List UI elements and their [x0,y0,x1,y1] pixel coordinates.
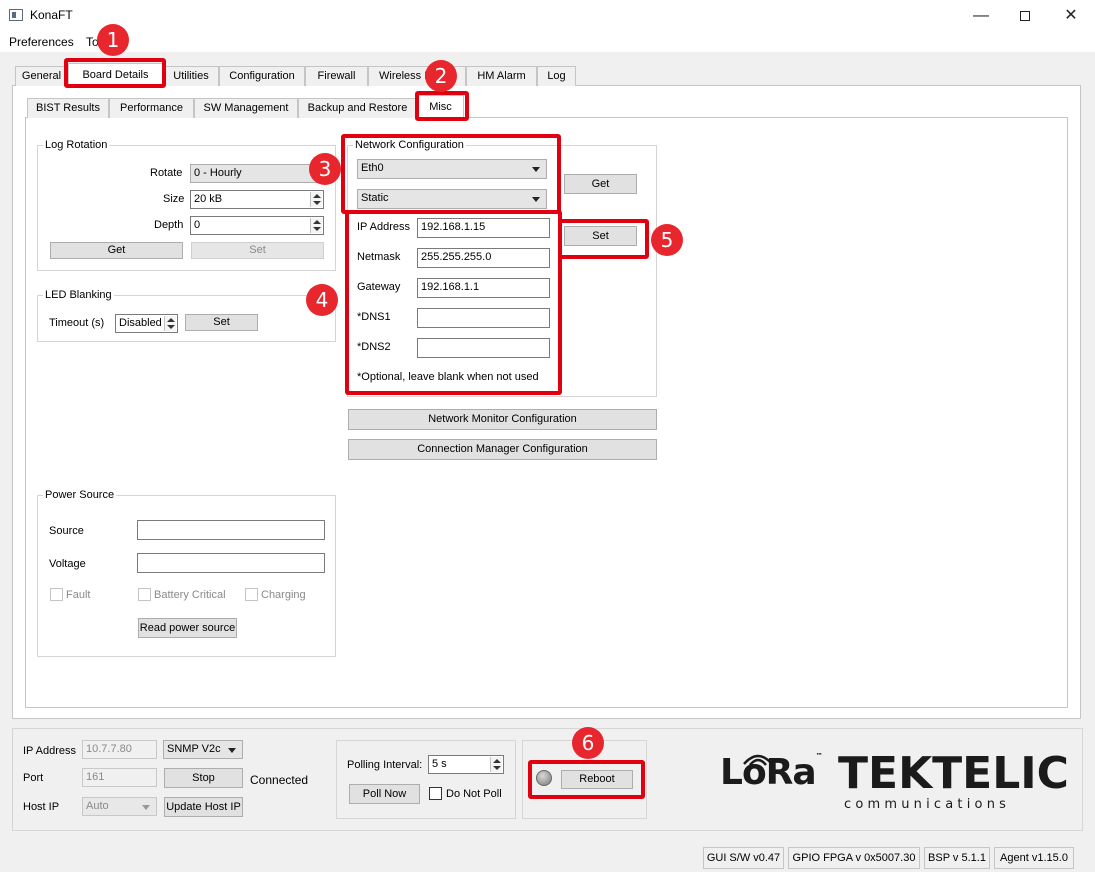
battery-critical-checkbox[interactable] [138,588,151,601]
subtab-backup-restore[interactable]: Backup and Restore [298,98,417,118]
log-rotation-set-button[interactable]: Set [191,242,324,259]
minimize-icon[interactable]: — [958,0,1004,32]
highlight-box-1 [64,58,166,88]
size-label: Size [163,193,185,205]
polling-interval-spinbox[interactable]: 5 s [428,755,504,774]
update-host-ip-button[interactable]: Update Host IP [164,797,243,817]
conn-ip-field[interactable]: 10.7.7.80 [82,740,157,759]
status-gui-version: GUI S/W v0.47 [703,847,784,869]
read-power-source-button[interactable]: Read power source [138,618,237,638]
chevron-down-icon [228,748,236,753]
polling-interval-label: Polling Interval: [347,759,423,771]
poll-now-button[interactable]: Poll Now [349,784,420,804]
status-bsp-version: BSP v 5.1.1 [924,847,990,869]
menu-bar [0,32,1095,52]
status-agent-version: Agent v1.15.0 [994,847,1074,869]
rotate-select[interactable]: 0 - Hourly [190,164,324,183]
network-get-button[interactable]: Get [564,174,637,194]
connection-status: Connected [250,773,309,787]
battery-critical-label: Battery Critical [154,589,226,601]
highlight-box-6 [528,760,645,799]
charging-label: Charging [261,589,306,601]
log-rotation-get-button[interactable]: Get [50,242,183,259]
maximize-icon[interactable] [1002,0,1048,32]
timeout-spinbox[interactable]: Disabled [115,314,178,333]
subtab-bist-results[interactable]: BIST Results [27,98,109,118]
badge-3: 3 [309,153,341,185]
stop-button[interactable]: Stop [164,768,243,788]
highlight-box-3 [341,134,561,214]
connection-manager-config-button[interactable]: Connection Manager Configuration [348,439,657,460]
conn-port-label: Port [23,772,44,784]
badge-6: 6 [572,727,604,759]
app-icon [9,9,23,21]
spin-arrows-icon[interactable] [164,316,176,331]
window-title: KonaFT [30,8,73,22]
host-ip-select[interactable]: Auto [82,797,157,816]
source-label: Source [49,525,84,537]
spin-arrows-icon[interactable] [490,757,502,772]
log-rotation-title: Log Rotation [43,139,110,151]
subtab-sw-management[interactable]: SW Management [194,98,298,118]
tab-utilities[interactable]: Utilities [163,66,219,86]
tab-firewall[interactable]: Firewall [305,66,368,86]
tektelic-logo: TEKTELIC [838,748,1069,799]
rotate-label: Rotate [150,167,183,179]
charging-checkbox[interactable] [245,588,258,601]
voltage-label: Voltage [49,558,86,570]
highlight-box-4 [345,210,562,395]
snmp-version-select[interactable]: SNMP V2c [163,740,243,759]
led-blanking-title: LED Blanking [43,289,114,301]
source-field[interactable] [137,520,325,540]
highlight-box-5 [558,219,649,259]
depth-label: Depth [154,219,184,231]
conn-ip-label: IP Address [23,745,76,757]
highlight-box-2 [415,91,469,121]
size-spinbox[interactable]: 20 kB [190,190,324,209]
fault-label: Fault [66,589,91,601]
spin-arrows-icon[interactable] [310,218,322,233]
spin-arrows-icon[interactable] [310,192,322,207]
do-not-poll-checkbox[interactable] [429,787,442,800]
conn-port-field[interactable]: 161 [82,768,157,787]
power-source-title: Power Source [43,489,117,501]
chevron-down-icon [142,805,150,810]
do-not-poll-label: Do Not Poll [446,788,502,800]
fault-checkbox[interactable] [50,588,63,601]
network-monitor-config-button[interactable]: Network Monitor Configuration [348,409,657,430]
badge-1: 1 [97,24,129,56]
voltage-field[interactable] [137,553,325,573]
polling-group [336,740,516,819]
status-fpga-version: GPIO FPGA v 0x5007.30 [788,847,920,869]
timeout-label: Timeout (s) [49,317,105,329]
menu-preferences[interactable]: Preferences [9,35,74,49]
tab-hm-alarm[interactable]: HM Alarm [466,66,537,86]
tektelic-logo-sub: communications [844,797,1011,812]
title-bar [0,0,1095,32]
close-icon[interactable]: ✕ [1048,0,1094,32]
tab-general[interactable]: General [15,66,68,86]
depth-spinbox[interactable]: 0 [190,216,324,235]
badge-5: 5 [651,224,683,256]
lora-waves-icon [743,754,773,766]
badge-4: 4 [306,284,338,316]
subtab-performance[interactable]: Performance [109,98,194,118]
tab-log[interactable]: Log [537,66,576,86]
tab-configuration[interactable]: Configuration [219,66,305,86]
host-ip-label: Host IP [23,801,60,813]
badge-2: 2 [425,60,457,92]
led-blanking-set-button[interactable]: Set [185,314,258,331]
